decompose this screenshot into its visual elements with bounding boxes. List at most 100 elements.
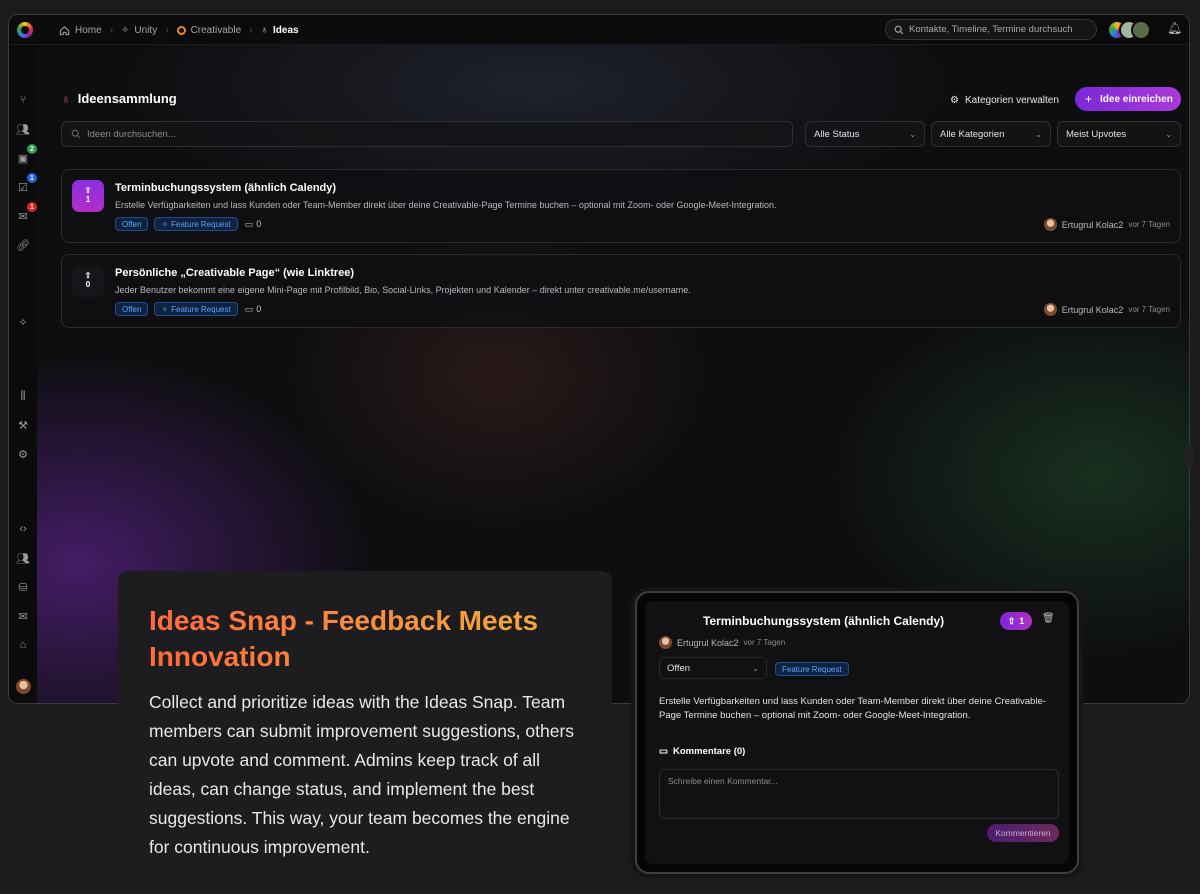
sparkle-icon: ✧ [161,219,169,229]
breadcrumb-home[interactable]: Home [59,25,102,36]
code-icon[interactable]: ‹› [15,521,31,537]
chevron-down-icon: ⌄ [1035,129,1042,139]
users-icon[interactable]: 👥︎ [15,121,31,137]
author-name: Ertugrul Kolac2 [677,637,739,648]
comments-count[interactable]: ▭ 0 [245,219,262,230]
user-avatars[interactable] [1107,20,1151,40]
promo-body: Collect and prioritize ideas with the Id… [149,692,575,857]
idea-tags: Offen ✧ Feature Request ▭ 0 [115,217,261,231]
idea-description: Jeder Benutzer bekommt eine eigene Mini-… [115,285,691,295]
breadcrumb-creativable[interactable]: Creativable [176,24,242,36]
comment-icon: ▭ [244,303,254,314]
mail-badge: 1 [27,202,37,212]
idea-author: Ertugrul Kolac2 vor 7 Tagen [1043,303,1170,316]
page-title-label: Ideensammlung [77,91,177,106]
avatar [1043,218,1057,231]
comments-count[interactable]: ▭ 0 [245,304,262,315]
upvote-count: 1 [1019,616,1025,626]
idea-card[interactable]: ⇧ 1 Terminbuchungssystem (ähnlich Calend… [61,169,1181,243]
idea-tags: Offen ✧ Feature Request ▭ 0 [115,302,261,316]
breadcrumb-ideas[interactable]: ♁ Ideas [261,25,299,36]
timestamp: vor 7 Tagen [743,638,786,647]
database-icon[interactable]: ⛁ [15,579,31,595]
global-search-placeholder: Kontakte, Timeline, Termine durchsuch [909,24,1073,35]
comments-count-label: 0 [256,304,262,314]
upvote-button[interactable]: ⇧ 1 [1000,612,1032,630]
search-icon [71,129,81,139]
category-badge: ✧ Feature Request [154,302,238,316]
tasks-icon[interactable]: ☑ 1 [15,173,37,195]
status-value: Offen [667,662,691,674]
top-bar: Home › ✧ Unity › Creativable › ♁ Ideas K… [9,15,1189,45]
page-title: ♁ Ideensammlung [61,91,177,106]
building-icon[interactable]: ⌂ [15,637,31,653]
breadcrumb-creativable-label: Creativable [190,24,242,36]
mail-icon[interactable]: ✉ [15,608,31,624]
team-icon[interactable]: 👥︎ [15,550,31,566]
comments-header-label: Kommentare (0) [672,746,746,757]
chevron-down-icon: ⌄ [1165,129,1172,139]
category-filter-select[interactable]: Alle Kategorien ⌄ [931,121,1051,147]
chevron-right-icon: › [109,24,114,36]
scroll-handle[interactable] [1185,445,1193,469]
timestamp: vor 7 Tagen [1128,305,1170,314]
branch-icon[interactable]: ⑂ [15,92,31,108]
wrench-icon[interactable]: ⚒ [15,417,31,433]
status-filter-select[interactable]: Alle Status ⌄ [805,121,925,147]
detail-title: Terminbuchungssystem (ähnlich Calendy) [703,614,945,628]
idea-detail-modal: Terminbuchungssystem (ähnlich Calendy) ⇧… [645,601,1069,864]
submit-idea-label: Idee einreichen [1100,93,1173,105]
avatar[interactable] [15,678,31,694]
category-badge: ✧ Feature Request [154,217,238,231]
comments-count-label: 0 [256,219,262,229]
trash-icon[interactable]: 🗑︎ [1042,613,1055,624]
calendar-badge: 2 [27,144,37,154]
manage-categories-button[interactable]: ⚙ Kategorien verwalten [942,89,1067,111]
plus-icon: + [1085,92,1093,106]
sparkle-icon: ✧ [121,24,130,36]
sparkle-icon: ✧ [161,304,169,314]
sparkle-icon[interactable]: ✧ [15,314,31,330]
app-logo[interactable] [17,22,33,38]
timestamp: vor 7 Tagen [1128,220,1170,229]
ideas-search-placeholder: Ideen durchsuchen... [87,128,176,140]
promo-panel: Ideas Snap - Feedback Meets Innovation C… [118,571,612,894]
search-icon [894,25,904,34]
tasks-badge: 1 [27,173,37,183]
avatar [659,636,672,649]
tablet-mockup: Terminbuchungssystem (ähnlich Calendy) ⇧… [635,591,1079,874]
submit-idea-button[interactable]: + Idee einreichen [1075,87,1181,111]
status-filter-value: Alle Status [814,128,860,140]
avatar [1131,20,1151,40]
global-search-input[interactable]: Kontakte, Timeline, Termine durchsuch [885,19,1097,40]
gear-icon[interactable]: ⚙ [15,446,31,462]
breadcrumb-unity[interactable]: ✧ Unity [121,25,157,36]
chevron-down-icon: ⌄ [909,129,916,139]
comment-input[interactable]: Schreibe einen Kommentar... [659,769,1059,819]
author-name: Ertugrul Kolac2 [1061,304,1124,315]
creativable-logo-icon [176,25,186,35]
sidebar: ⑂ 👥︎ ▣ 2 ☑ 1 ✉ 1 🔗︎ ✧ ⫼ ⚒ ⚙ ‹› 👥︎ ⛁ ✉ ⌂ [9,45,37,703]
upvote-button[interactable]: ⇧ 1 [72,180,104,212]
comment-submit-button[interactable]: Kommentieren [987,824,1059,842]
status-select[interactable]: Offen ⌄ [659,657,767,679]
mail-icon[interactable]: ✉ 1 [15,202,37,224]
ideas-search-input[interactable]: Ideen durchsuchen... [61,121,793,147]
breadcrumb-ideas-label: Ideas [273,24,299,36]
chevron-right-icon: › [249,24,253,36]
link-icon[interactable]: 🔗︎ [15,237,31,253]
chart-icon[interactable]: ⫼ [15,388,31,404]
sort-select[interactable]: Meist Upvotes ⌄ [1057,121,1181,147]
arrow-up-icon: ⇧ [1007,615,1016,626]
comments-header: ▭ Kommentare (0) [659,746,745,757]
idea-card[interactable]: ⇧ 0 Persönliche „Creativable Page“ (wie … [61,254,1181,328]
upvote-button[interactable]: ⇧ 0 [72,265,104,297]
manage-categories-label: Kategorien verwalten [964,94,1059,106]
idea-title: Terminbuchungssystem (ähnlich Calendy) [115,182,337,194]
calendar-icon[interactable]: ▣ 2 [15,144,37,166]
chevron-right-icon: › [165,24,169,36]
bell-icon[interactable]: 🔔︎ [1167,21,1182,35]
comment-icon: ▭ [659,746,668,757]
home-icon [59,25,70,35]
status-badge: Offen [115,217,149,231]
